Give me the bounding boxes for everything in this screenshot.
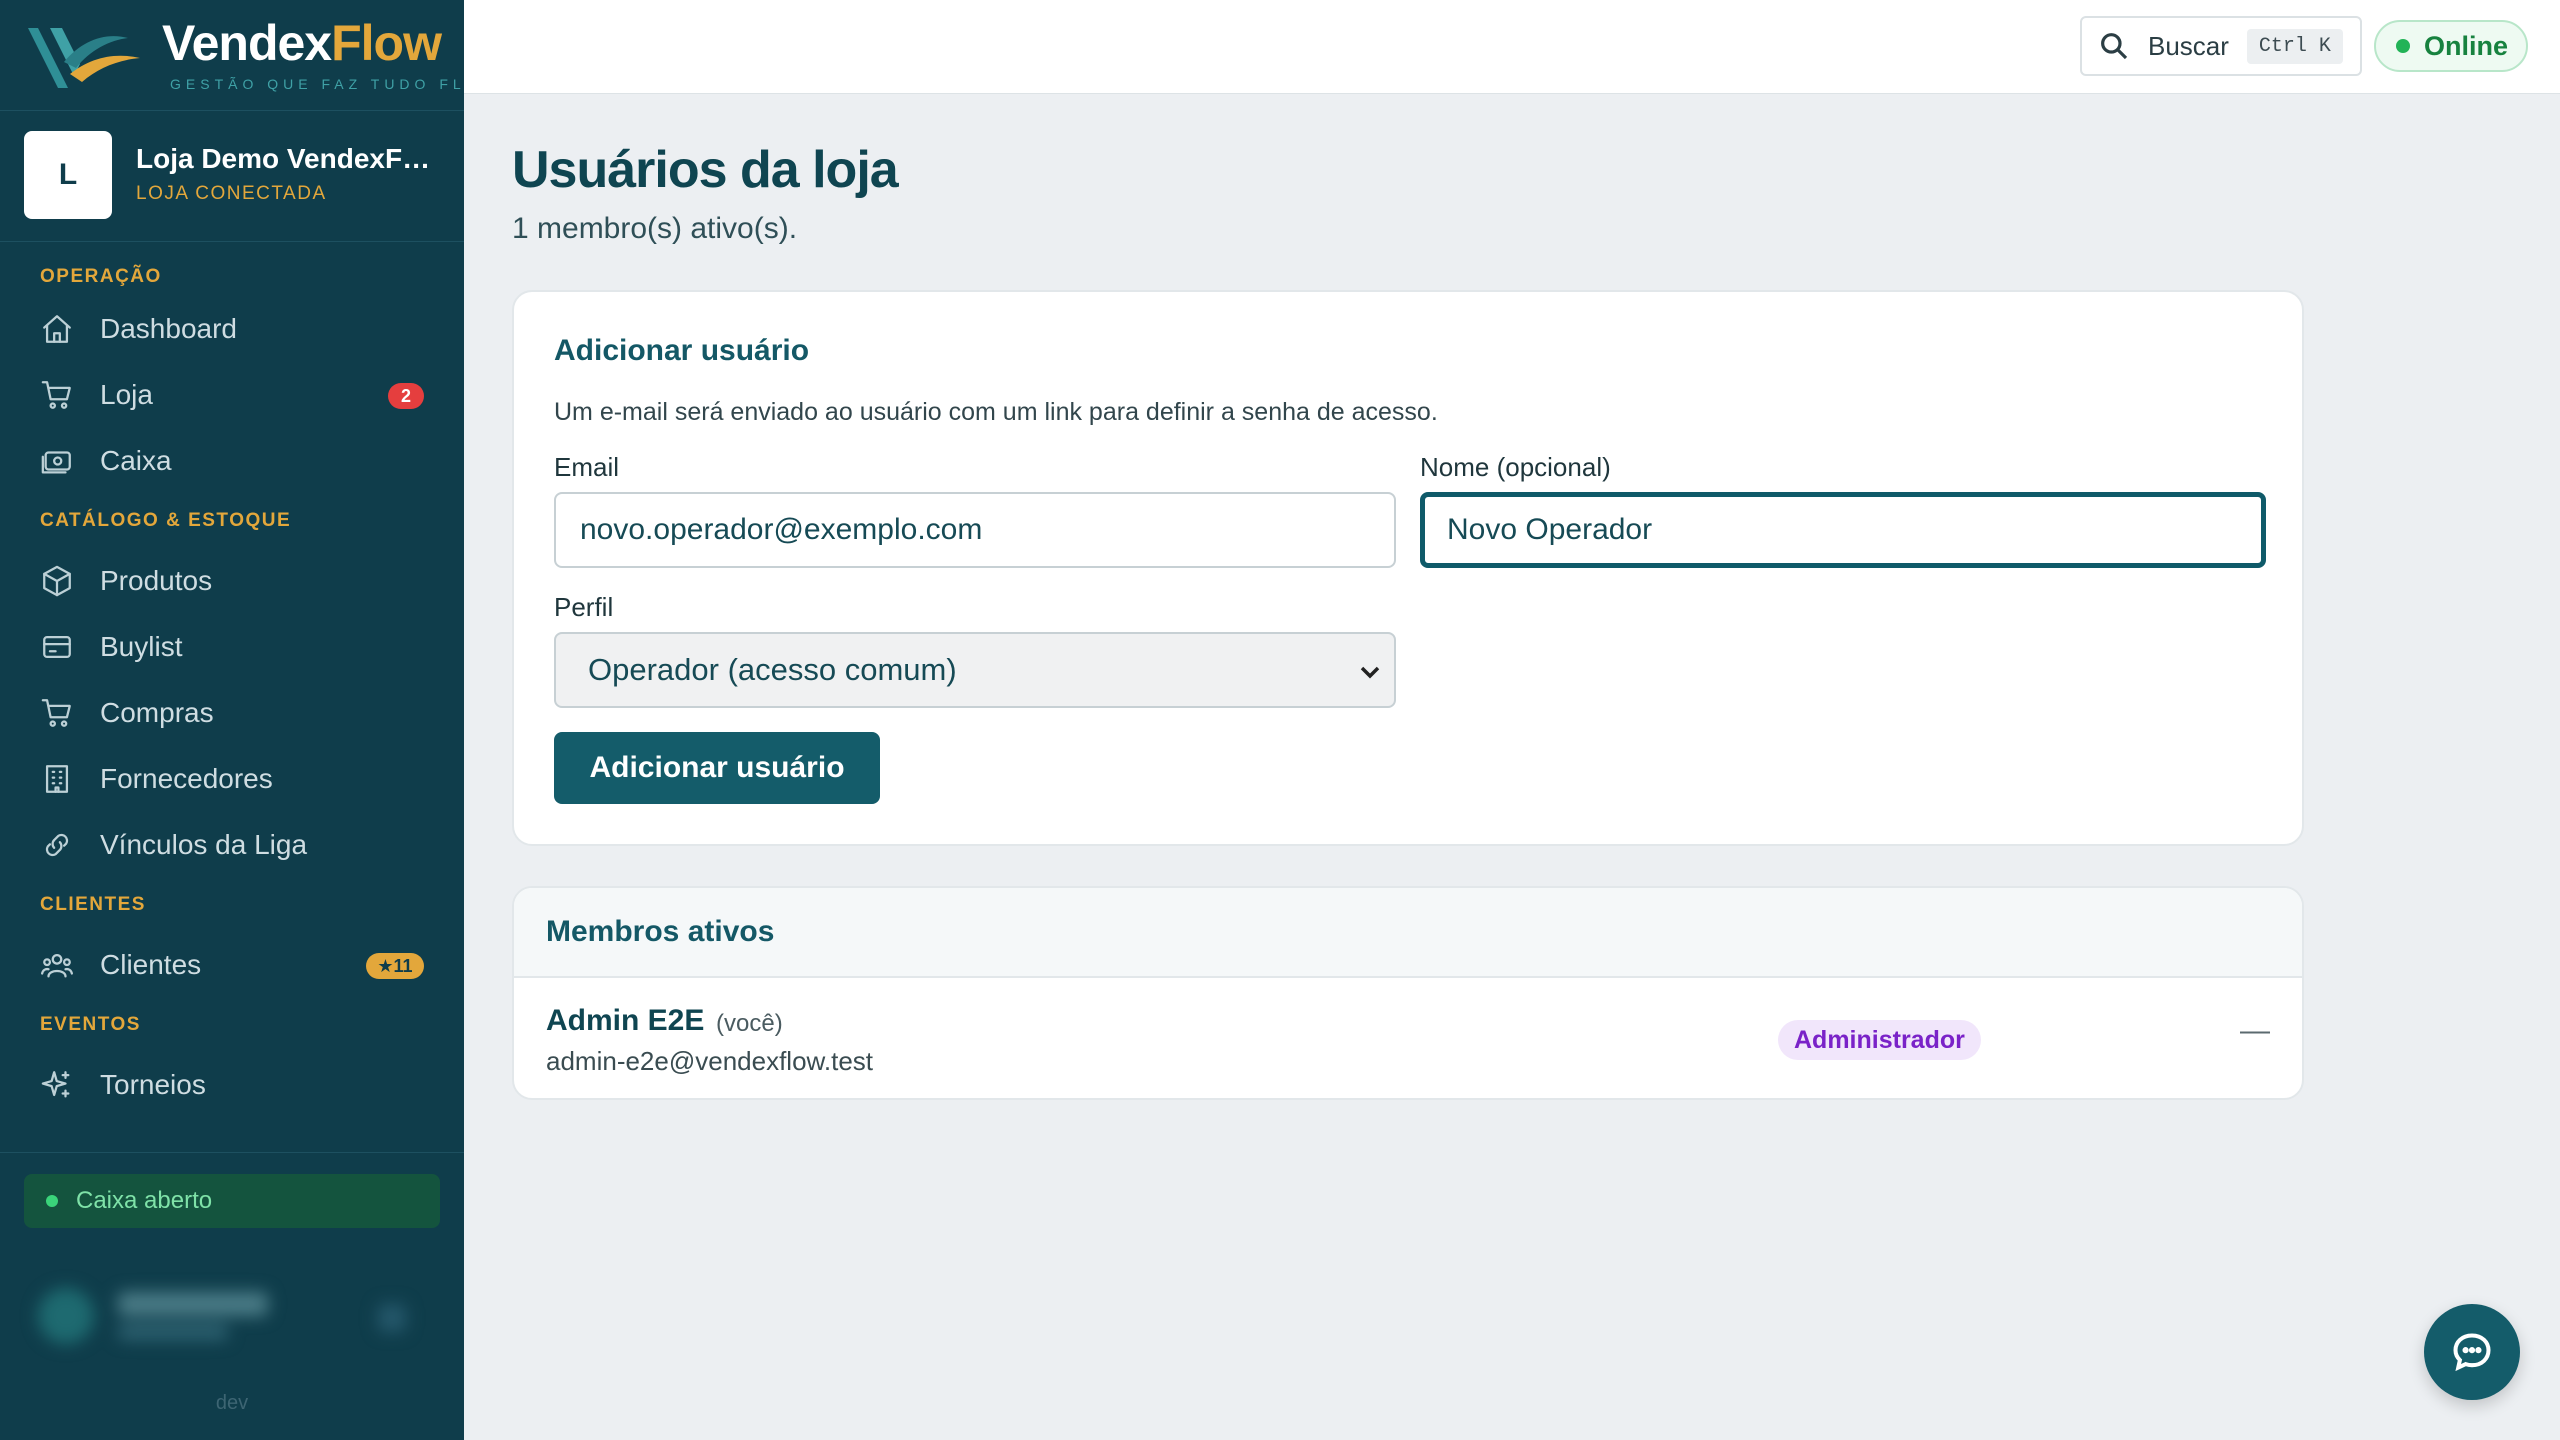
member-email: admin-e2e@vendexflow.test <box>546 1046 874 1076</box>
home-icon <box>43 315 71 343</box>
sidebar-item-loja[interactable]: Loja 2 <box>0 362 464 428</box>
brand-name: VendexFlow <box>162 15 442 71</box>
sidebar-nav: OPERAÇÃO Dashboard Loja 2 Caixa CATÁLOGO… <box>0 250 464 1118</box>
sidebar-item-label: Fornecedores <box>100 763 273 794</box>
name-field[interactable] <box>1420 492 2266 568</box>
nav-section-operacao: OPERAÇÃO <box>40 266 162 287</box>
sidebar-item-torneios[interactable]: Torneios <box>0 1052 464 1118</box>
sidebar-item-label: Dashboard <box>100 313 237 344</box>
profile-label: Perfil <box>554 592 614 622</box>
cash-register-icon <box>41 451 71 474</box>
store-switcher[interactable]: L Loja Demo VendexFlow LOJA CONECTADA <box>0 110 464 242</box>
profile-select[interactable]: Operador (acesso comum) <box>554 632 1396 708</box>
sidebar-item-label: Produtos <box>100 565 213 596</box>
store-avatar: L <box>24 131 112 219</box>
sidebar-item-label: Clientes <box>100 949 202 980</box>
sidebar-item-label: Compras <box>100 697 214 728</box>
status-badge: Online <box>2374 20 2528 72</box>
email-label: Email <box>554 452 620 482</box>
status-dot-icon <box>46 1195 58 1207</box>
role-badge: Administrador <box>1778 1020 1981 1060</box>
sidebar-item-caixa[interactable]: Caixa <box>0 428 464 494</box>
sidebar-item-produtos[interactable]: Produtos <box>0 548 464 614</box>
search-label: Buscar <box>2148 30 2229 61</box>
users-icon <box>40 953 74 978</box>
box-icon <box>43 565 71 597</box>
keyboard-shortcut: Ctrl K <box>2246 28 2343 64</box>
sidebar: VendexFlow GESTÃO QUE FAZ TUDO FLUIR L L… <box>0 0 500 1440</box>
cart-icon <box>41 381 71 409</box>
chat-button[interactable] <box>2424 1304 2520 1400</box>
sidebar-item-label: Loja <box>100 379 153 410</box>
app-root: VendexFlow GESTÃO QUE FAZ TUDO FLUIR L L… <box>0 0 2560 1440</box>
sidebar-item-label: Torneios <box>100 1069 206 1100</box>
add-user-button[interactable]: Adicionar usuário <box>554 732 880 804</box>
sidebar-divider <box>0 1152 464 1153</box>
nav-section-catalogo: CATÁLOGO & ESTOQUE <box>40 510 292 531</box>
search-button[interactable]: Buscar Ctrl K <box>2080 16 2362 76</box>
sidebar-item-buylist[interactable]: Buylist <box>0 614 464 680</box>
sidebar-item-label: Vínculos da Liga <box>100 829 308 860</box>
sidebar-item-clientes[interactable]: Clientes ★11 <box>0 932 464 998</box>
chat-icon <box>2453 1333 2491 1372</box>
brand-logo[interactable]: VendexFlow GESTÃO QUE FAZ TUDO FLUIR <box>24 14 500 96</box>
sidebar-item-compras[interactable]: Compras <box>0 680 464 746</box>
cash-status-indicator[interactable]: Caixa aberto <box>24 1174 440 1228</box>
user-profile-blurred[interactable] <box>28 1268 428 1358</box>
cash-status-label: Caixa aberto <box>76 1187 213 1214</box>
link-icon <box>45 833 69 857</box>
sidebar-item-vinculos[interactable]: Vínculos da Liga <box>0 812 464 878</box>
members-title: Membros ativos <box>514 888 2302 978</box>
member-action-placeholder: — <box>2240 1014 2270 1047</box>
nav-section-eventos: EVENTOS <box>40 1014 141 1035</box>
nav-section-clientes: CLIENTES <box>40 894 146 915</box>
status-dot-icon <box>2396 39 2410 53</box>
sparkles-icon <box>41 1071 70 1098</box>
name-label: Nome (opcional) <box>1420 452 1611 482</box>
profile-selected-value: Operador (acesso comum) <box>588 652 957 687</box>
member-you-tag: (você) <box>716 1010 783 1037</box>
store-name: Loja Demo VendexFlow <box>136 143 436 174</box>
add-user-description: Um e-mail será enviado ao usuário com um… <box>554 398 1438 426</box>
card-icon <box>43 635 71 659</box>
avatar <box>38 1288 94 1344</box>
page-title: Usuários da loja <box>512 141 899 199</box>
email-field[interactable] <box>554 492 1396 568</box>
chevron-down-icon <box>1360 666 1380 679</box>
sidebar-item-label: Buylist <box>100 631 183 662</box>
environment-label: dev <box>215 1392 249 1414</box>
table-row: Admin E2E (você) admin-e2e@vendexflow.te… <box>514 980 2302 1098</box>
cart-icon <box>41 699 71 727</box>
page-subtitle: 1 membro(s) ativo(s). <box>512 212 798 245</box>
sidebar-item-fornecedores[interactable]: Fornecedores <box>0 746 464 812</box>
members-card: Membros ativos Admin E2E (você) admin-e2… <box>512 886 2304 1100</box>
status-label: Online <box>2424 30 2509 61</box>
vendexflow-logo-icon <box>28 28 140 88</box>
brand-tagline: GESTÃO QUE FAZ TUDO FLUIR <box>170 76 505 92</box>
topbar: Buscar Ctrl K Online <box>464 0 2560 94</box>
add-user-card: Adicionar usuário Um e-mail será enviado… <box>512 290 2304 846</box>
search-icon <box>2101 33 2128 60</box>
menu-icon <box>378 1304 406 1332</box>
loyalty-badge: ★11 <box>366 953 424 979</box>
store-status: LOJA CONECTADA <box>136 183 327 204</box>
notification-badge: 2 <box>388 383 424 409</box>
add-user-title: Adicionar usuário <box>554 334 810 367</box>
building-icon <box>45 765 69 793</box>
sidebar-item-label: Caixa <box>100 445 172 476</box>
sidebar-item-dashboard[interactable]: Dashboard <box>0 296 464 362</box>
member-name: Admin E2E <box>546 1004 705 1037</box>
